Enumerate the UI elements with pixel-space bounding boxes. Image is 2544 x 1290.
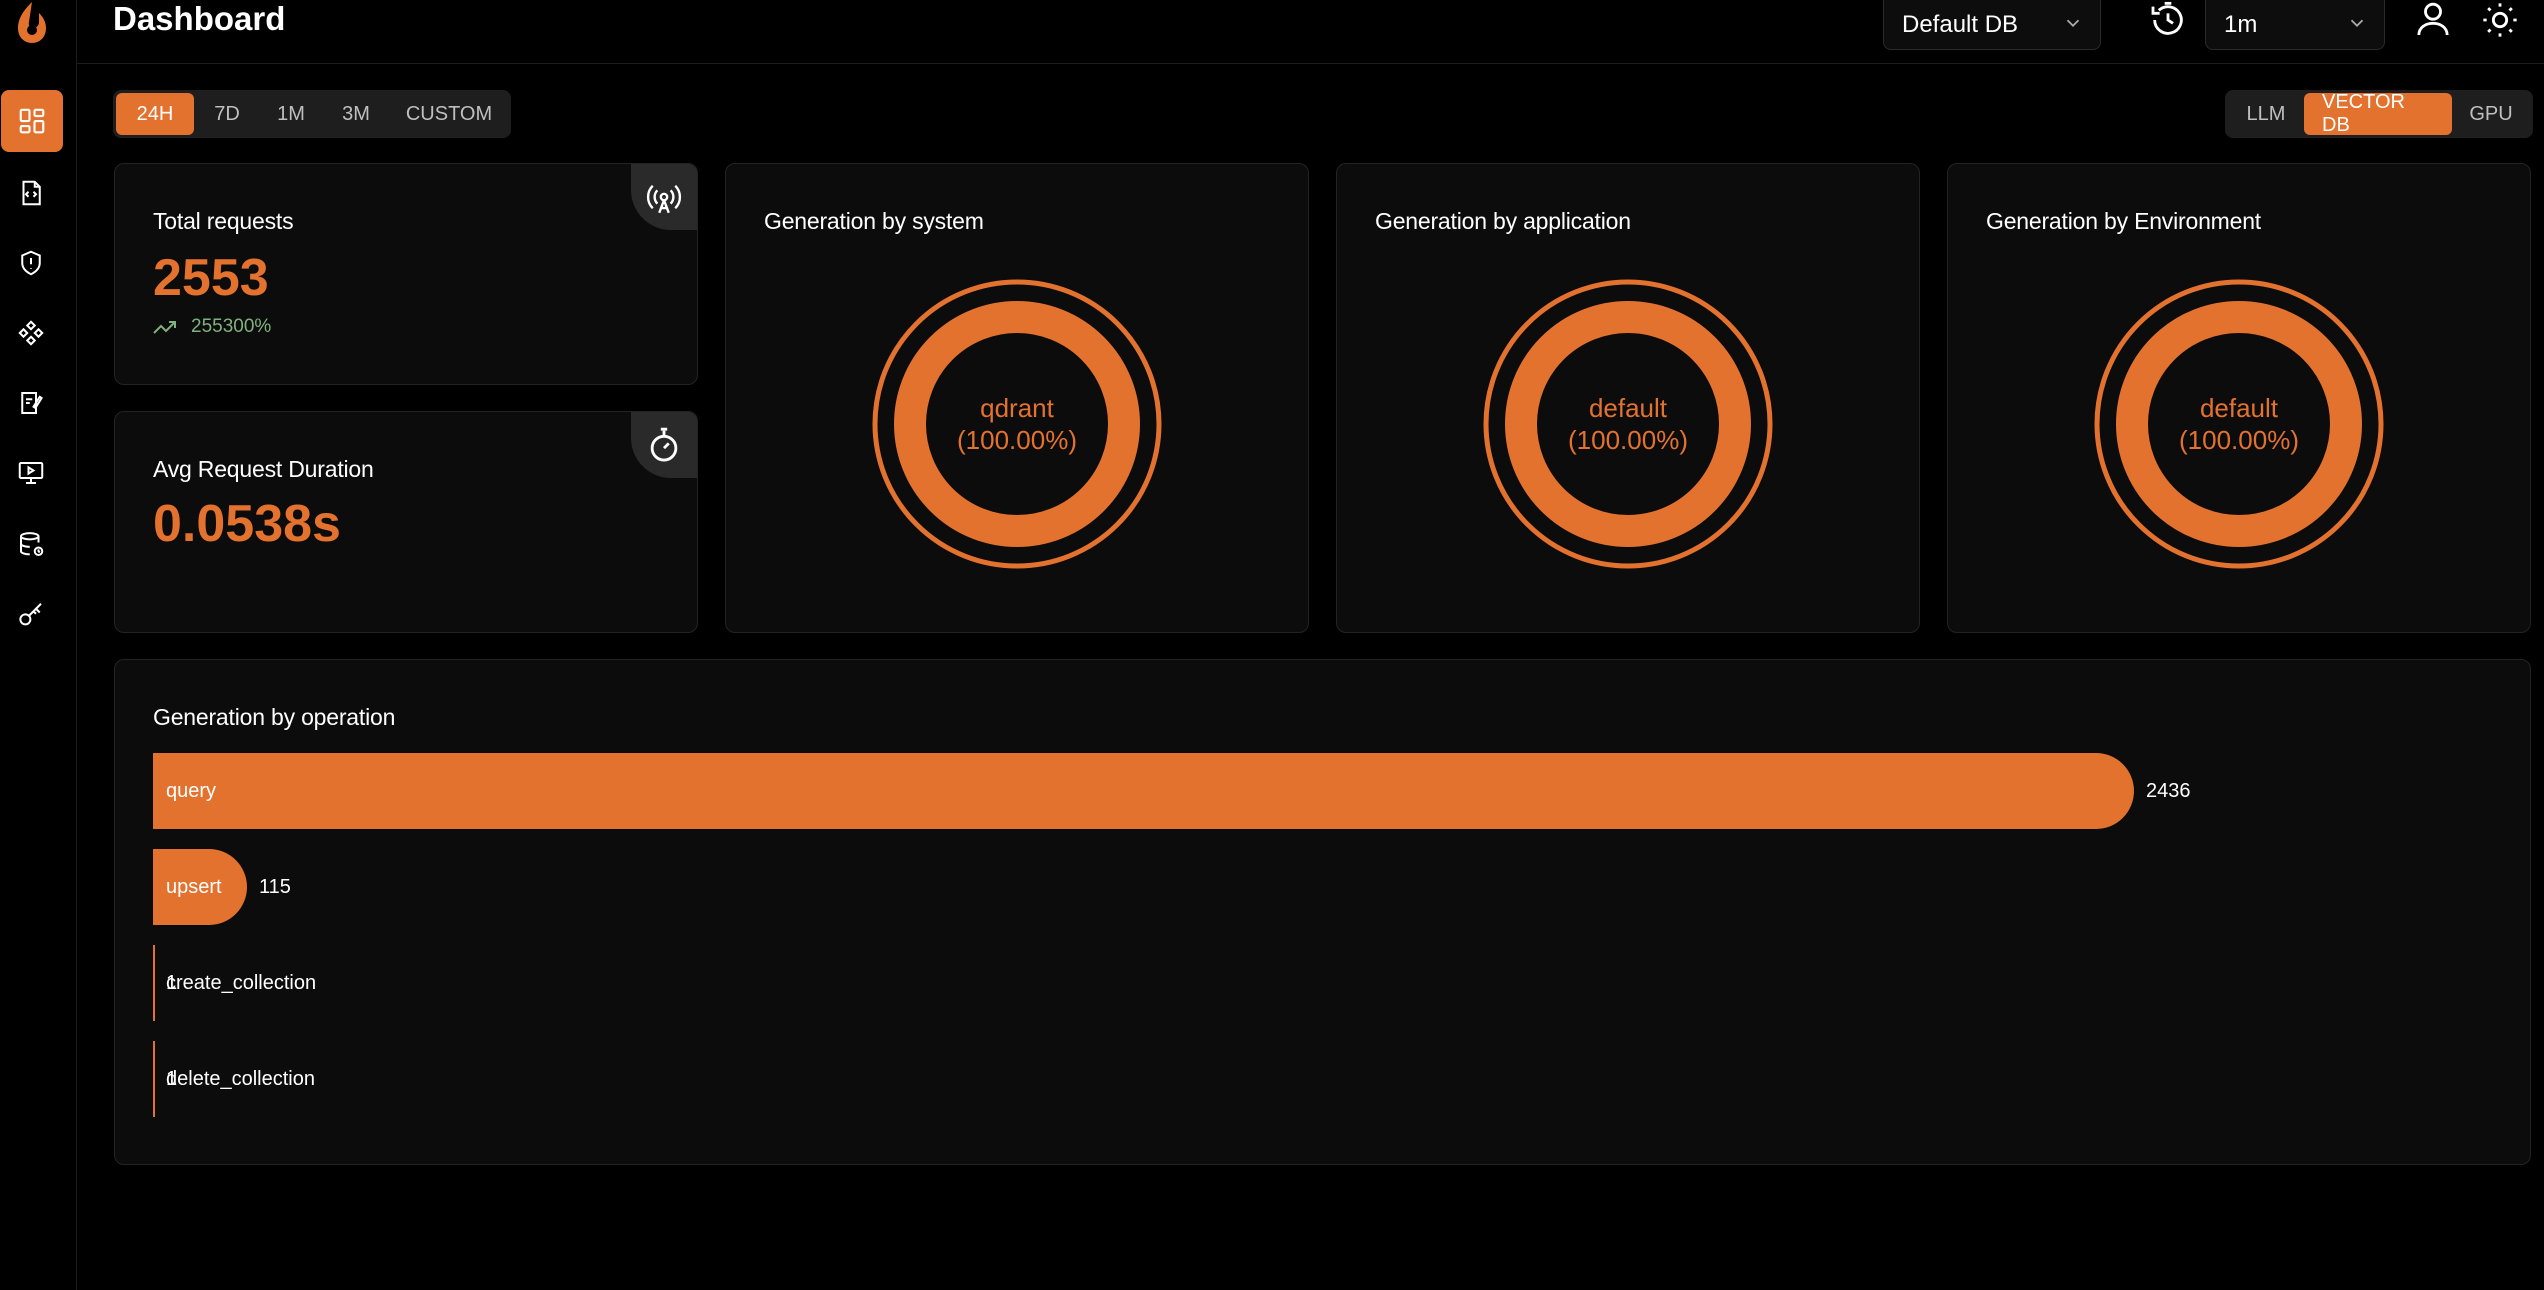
type-filter-gpu[interactable]: GPU [2452,93,2530,135]
operation-bar-category-label: query [166,780,217,802]
stopwatch-icon [650,427,678,462]
user-icon[interactable] [2413,0,2453,40]
broadcast-icon-badge [631,164,697,230]
trend-indicator: 255300% [153,316,271,338]
trend-up-icon [153,321,176,334]
monitor-play-icon [18,462,44,484]
operation-bar-category-label: delete_collection [166,1068,315,1090]
type-filter-vector-db[interactable]: VECTOR DB [2304,91,2452,136]
sidebar-item-requests[interactable] [0,162,62,224]
operation-bar-category-label: upsert [166,876,222,898]
total-requests-value: 2553 [153,249,269,307]
operation-bar[interactable] [153,945,155,1021]
donut-label: qdrant (100.00%) [871,278,1163,570]
sidebar-item-components[interactable] [0,302,62,364]
shield-icon [21,250,41,276]
sidebar-item-api-keys[interactable] [0,584,62,646]
prompt-book-icon [21,392,43,414]
card-title: Total requests [153,208,294,234]
metric-type-filter: LLM VECTOR DB GPU [2225,90,2533,138]
operation-bar[interactable] [153,1041,155,1117]
time-filter-7d[interactable]: 7D [194,93,260,135]
generation-by-system-card: Generation by system qdrant (100.00%) [725,163,1309,633]
database-select[interactable]: Default DB [1883,0,2101,50]
card-title: Generation by application [1375,208,1631,234]
time-filter-24h[interactable]: 24H [116,93,194,135]
sidebar-item-dashboard[interactable] [1,90,63,152]
broadcast-tower-icon [646,184,682,214]
logo-icon[interactable] [12,0,52,44]
donut-label-percent: (100.00%) [1568,425,1688,455]
generation-by-application-card: Generation by application default (100.0… [1336,163,1920,633]
donut-label-name: default [2199,393,2279,423]
key-icon [19,603,42,626]
header: Dashboard Default DB 1m [77,0,2544,64]
operation-bar-value-label: 2436 [2146,780,2191,802]
card-title: Generation by system [764,208,984,234]
time-filter-1m[interactable]: 1M [260,93,322,135]
donut-label-percent: (100.00%) [957,425,1077,455]
timer-icon-badge [631,412,697,478]
donut-label-percent: (100.00%) [2179,425,2299,455]
operation-bar-value-label: 1 [166,1068,178,1090]
avg-duration-card: Avg Request Duration 0.0538s [114,411,698,633]
dashboard-icon [19,108,45,134]
donut-chart[interactable]: default (100.00%) [1482,278,1774,570]
card-title: Avg Request Duration [153,456,374,482]
sidebar-item-guardrails[interactable] [0,232,62,294]
sidebar-item-database[interactable] [0,514,62,576]
database-select-value: Default DB [1902,10,2019,38]
sidebar-item-prompts[interactable] [0,372,62,434]
donut-label: default (100.00%) [2093,278,2385,570]
sun-icon[interactable] [2480,0,2520,40]
trend-value: 255300% [191,316,272,337]
time-filter-3m[interactable]: 3M [322,93,390,135]
donut-label-name: qdrant [980,393,1054,423]
card-title: Generation by Environment [1986,208,2261,234]
database-icon [20,532,44,556]
chevron-down-icon [2066,19,2080,28]
avg-duration-value: 0.0538s [153,495,341,553]
generation-by-operation-card: Generation by operation query 2436 upsert 1… [114,659,2531,1165]
operation-bar-value-label: 115 [259,876,291,898]
generation-by-environment-card: Generation by Environment default (100.0… [1947,163,2531,633]
components-icon [18,320,44,346]
refresh-interval-select[interactable]: 1m [2205,0,2385,50]
card-title: Generation by operation [153,704,396,730]
donut-label: default (100.00%) [1482,278,1774,570]
refresh-timer-icon[interactable] [2148,0,2188,40]
time-range-filter: 24H 7D 1M 3M CUSTOM [113,90,511,138]
operation-bar-value-label: 1 [166,972,178,994]
type-filter-llm[interactable]: LLM [2228,93,2304,135]
total-requests-card: Total requests 2553 255300% [114,163,698,385]
donut-label-name: default [1588,393,1668,423]
donut-chart[interactable]: qdrant (100.00%) [871,278,1163,570]
code-file-icon [22,180,41,206]
chevron-down-icon [2350,19,2364,28]
page-title: Dashboard [113,0,286,37]
time-filter-custom[interactable]: CUSTOM [390,93,508,135]
donut-chart[interactable]: default (100.00%) [2093,278,2385,570]
sidebar-item-openground[interactable] [0,442,62,504]
sidebar [0,0,77,1290]
operation-bar[interactable] [153,753,2134,829]
refresh-interval-value: 1m [2224,10,2258,38]
operation-bar-category-label: create_collection [166,972,317,994]
